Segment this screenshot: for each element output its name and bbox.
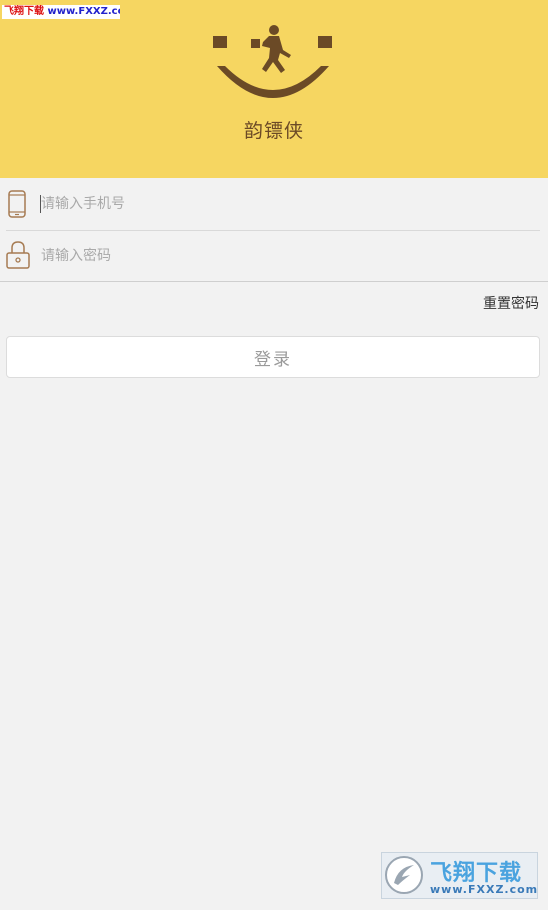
watermark-url: www.FXXZ.com	[430, 883, 538, 896]
app-name: 韵镖侠	[243, 120, 304, 142]
reset-password-link[interactable]: 重置密码	[483, 293, 539, 313]
courier-smile-logo-icon	[213, 25, 332, 98]
phone-input[interactable]	[41, 191, 521, 217]
password-input[interactable]	[41, 243, 521, 269]
phone-row	[0, 178, 548, 230]
form-bottom-divider	[0, 281, 548, 282]
bottom-watermark: 飞翔下载 www.FXXZ.com	[381, 852, 538, 899]
login-form	[0, 178, 548, 282]
top-watermark: 飞翔下载 www.FXXZ.com	[2, 5, 120, 19]
top-watermark-brand: 飞翔下载	[4, 6, 44, 17]
top-watermark-url: www.FXXZ.com	[47, 6, 120, 17]
text-caret	[40, 195, 41, 213]
login-button[interactable]: 登录	[6, 336, 540, 378]
password-row	[0, 230, 548, 282]
phone-icon	[8, 190, 26, 218]
lock-icon	[6, 241, 30, 269]
app-header: 飞翔下载 www.FXXZ.com 韵镖侠	[0, 0, 548, 178]
watermark-logo-icon	[385, 856, 423, 894]
